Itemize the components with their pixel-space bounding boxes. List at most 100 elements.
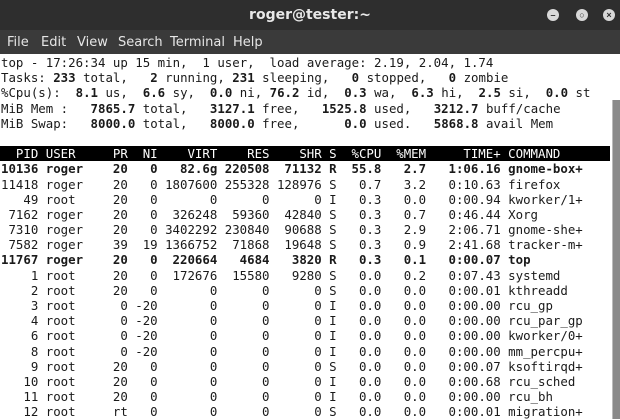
maximize-button[interactable]: ○	[576, 9, 588, 21]
cell-s: S	[322, 237, 337, 252]
cell-time: 0:10.63	[426, 177, 501, 192]
cell-pr: PR	[105, 146, 127, 161]
cell-cpu: 0.3	[337, 222, 382, 237]
cell-cpu: 0.3	[337, 192, 382, 207]
summary-segment: 3212.7	[434, 101, 479, 116]
menu-search[interactable]: Search	[118, 35, 163, 50]
cell-user: root	[46, 298, 106, 313]
cell-virt: 0	[158, 374, 218, 389]
process-row[interactable]: 12rootrt0000S0.00.00:00.01migration+	[0, 404, 610, 419]
cell-mem: %MEM	[381, 146, 426, 161]
process-row[interactable]: 3root0-20000I0.00.00:00.00rcu_gp	[0, 298, 610, 313]
cell-pr: 0	[105, 313, 127, 328]
scrollbar[interactable]	[612, 100, 620, 419]
cell-ni: 0	[128, 192, 158, 207]
summary-segment: 2.5	[479, 85, 501, 100]
cell-virt: 0	[158, 298, 218, 313]
cell-mem: 0.0	[381, 389, 426, 404]
minimize-button[interactable]: –	[547, 9, 559, 21]
summary-segment: Tasks:	[1, 70, 53, 85]
cell-time: 0:00.07	[426, 359, 501, 374]
summary-segment: us,	[98, 85, 143, 100]
menu-help[interactable]: Help	[233, 35, 263, 50]
cell-pid: 3	[1, 298, 38, 313]
cell-mem: 0.0	[381, 328, 426, 343]
cell-command: tracker-m+	[508, 237, 590, 252]
process-row[interactable]: 8root0-20000I0.00.00:00.00mm_percpu+	[0, 344, 610, 359]
cell-ni: 0	[128, 283, 158, 298]
summary-segment: running,	[158, 70, 233, 85]
close-button[interactable]: ×	[603, 9, 615, 21]
cell-mem: 3.2	[381, 177, 426, 192]
window-title: roger@tester:~	[0, 7, 620, 23]
cell-ni: 0	[128, 374, 158, 389]
column-header-row[interactable]: PIDUSERPRNIVIRTRESSHRS%CPU%MEMTIME+COMMA…	[0, 146, 610, 161]
blank-line	[0, 131, 610, 146]
cell-virt: 1807600	[158, 177, 218, 192]
summary-segment: 8000.0	[210, 116, 255, 131]
cell-command: rcu_gp	[508, 298, 590, 313]
cell-pid: 12	[1, 404, 38, 419]
summary-segment: 2	[150, 70, 157, 85]
summary-segment: hi,	[434, 85, 479, 100]
cell-time: 0:00.68	[426, 374, 501, 389]
process-row[interactable]: 9root200000S0.00.00:00.07ksoftirqd+	[0, 359, 610, 374]
cell-time: 0:07.43	[426, 268, 501, 283]
cell-pid: PID	[1, 146, 38, 161]
cell-mem: 0.0	[381, 283, 426, 298]
cell-shr: 0	[270, 344, 322, 359]
cell-virt: 0	[158, 359, 218, 374]
cell-s: S	[322, 359, 337, 374]
menu-edit[interactable]: Edit	[41, 35, 66, 50]
cell-ni: 0	[128, 177, 158, 192]
summary-segment: buff/cache	[478, 101, 560, 116]
process-row[interactable]: 4root0-20000I0.00.00:00.00rcu_par_gp	[0, 313, 610, 328]
process-row[interactable]: 11root200000I0.00.00:00.00rcu_bh	[0, 389, 610, 404]
cell-pid: 10	[1, 374, 38, 389]
process-row[interactable]: 6root0-20000I0.00.00:00.00kworker/0+	[0, 328, 610, 343]
process-row[interactable]: 7162roger2003262485936042840S0.30.70:46.…	[0, 207, 610, 222]
cell-time: 0:00.07	[426, 252, 501, 267]
summary-segment: sleeping,	[255, 70, 352, 85]
cell-s: I	[322, 313, 337, 328]
cell-pr: 20	[105, 192, 127, 207]
summary-segment: top - 17:26:34 up 15 min, 1 user, load a…	[1, 55, 493, 70]
terminal-output[interactable]: top - 17:26:34 up 15 min, 1 user, load a…	[0, 55, 610, 419]
menu-view[interactable]: View	[77, 35, 108, 50]
cell-shr: 0	[270, 328, 322, 343]
process-row[interactable]: 7582roger391913667527186819648S0.30.92:4…	[0, 237, 610, 252]
cell-s: R	[322, 161, 337, 176]
summary-segment: 6.6	[143, 85, 165, 100]
process-row[interactable]: 7310roger200340229223084090688S0.32.92:0…	[0, 222, 610, 237]
cell-virt: 172676	[158, 268, 218, 283]
process-row[interactable]: 1root200172676155809280S0.00.20:07.43sys…	[0, 268, 610, 283]
cell-cpu: 0.0	[337, 344, 382, 359]
cell-time: 0:00.00	[426, 328, 501, 343]
cell-cpu: 0.3	[337, 237, 382, 252]
cell-command: rcu_sched	[508, 374, 590, 389]
menu-terminal[interactable]: Terminal	[170, 35, 225, 50]
cell-shr: 0	[270, 313, 322, 328]
process-row[interactable]: 10root200000I0.00.00:00.68rcu_sched	[0, 374, 610, 389]
cell-res: 0	[217, 374, 269, 389]
cell-virt: 0	[158, 404, 218, 419]
cell-command: systemd	[508, 268, 590, 283]
cell-mem: 2.7	[381, 161, 426, 176]
cell-virt: 220664	[158, 252, 218, 267]
cell-ni: 0	[128, 404, 158, 419]
cell-res: 230840	[217, 222, 269, 237]
cell-time: 0:00.00	[426, 298, 501, 313]
process-row[interactable]: 11418roger2001807600255328128976S0.73.20…	[0, 177, 610, 192]
process-row[interactable]: 49root200000I0.30.00:00.94kworker/1+	[0, 192, 610, 207]
cell-time: 2:06.71	[426, 222, 501, 237]
cell-res: 0	[217, 328, 269, 343]
cell-shr: 19648	[270, 237, 322, 252]
cell-pr: 20	[105, 389, 127, 404]
process-row[interactable]: 11767roger20022066446843820R0.30.10:00.0…	[0, 252, 610, 267]
summary-segment: 5868.8	[434, 116, 479, 131]
cell-user: root	[46, 313, 106, 328]
cell-pr: 0	[105, 344, 127, 359]
process-row[interactable]: 10136roger20082.6g22050871132R55.82.71:0…	[0, 161, 610, 176]
process-row[interactable]: 2root200000S0.00.00:00.01kthreadd	[0, 283, 610, 298]
menu-file[interactable]: File	[7, 35, 29, 50]
